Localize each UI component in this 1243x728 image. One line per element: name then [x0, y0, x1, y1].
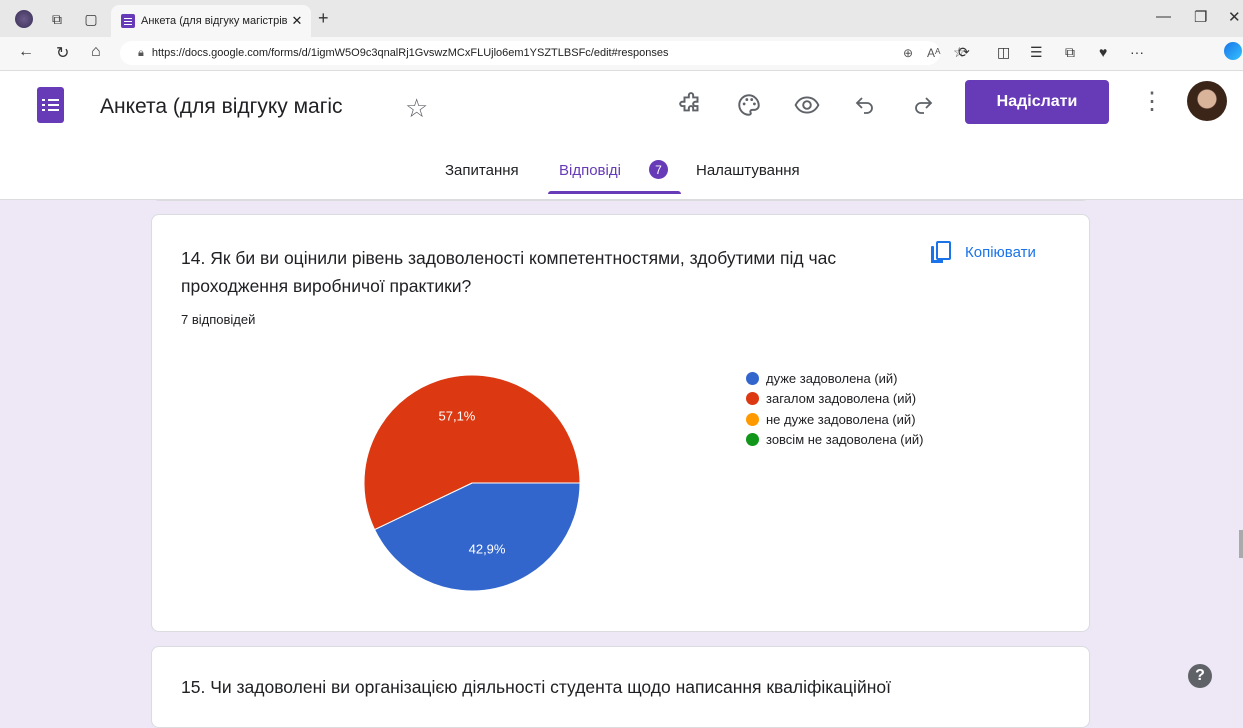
- tab-settings[interactable]: Налаштування: [696, 162, 800, 179]
- avatar[interactable]: [1187, 81, 1227, 121]
- lock-icon[interactable]: 🔒︎: [138, 47, 144, 60]
- legend-item-3: не дуже задоволена (ий): [746, 409, 924, 430]
- chart-legend: дуже задоволена (ий) загалом задоволена (…: [746, 368, 924, 450]
- more-options-icon[interactable]: ⋮: [1140, 87, 1164, 116]
- close-window-icon[interactable]: ✕: [1228, 8, 1241, 26]
- legend-label: не дуже задоволена (ий): [766, 411, 916, 427]
- document-title[interactable]: Анкета (для відгуку магіс: [100, 95, 360, 119]
- pie-slice-label-1: 42,9%: [469, 541, 506, 556]
- addons-icon[interactable]: [673, 87, 709, 123]
- legend-label: загалом задоволена (ий): [766, 391, 917, 407]
- browser-toolbar: ← ↻ ⌂ 🔒︎ https://docs.google.com/forms/d…: [0, 37, 1243, 71]
- performance-icon[interactable]: ♥: [1099, 44, 1107, 60]
- copy-label: Копіювати: [965, 243, 1036, 261]
- copy-chart-button[interactable]: Копіювати: [931, 241, 1036, 263]
- restore-icon[interactable]: ❐: [1194, 8, 1207, 26]
- profile-icon[interactable]: [14, 9, 34, 29]
- question-title-15: 15. Чи задоволені ви організацією діяльн…: [181, 677, 891, 697]
- forms-favicon-icon: [121, 14, 135, 28]
- tab-questions[interactable]: Запитання: [445, 162, 519, 179]
- tab-actions-icon[interactable]: ▢: [81, 9, 101, 29]
- close-tab-icon[interactable]: ✕: [289, 13, 305, 29]
- new-tab-icon[interactable]: +: [318, 8, 329, 29]
- split-screen-icon[interactable]: ◫: [997, 44, 1010, 61]
- copilot-icon[interactable]: [1224, 42, 1242, 60]
- browser-tab[interactable]: Анкета (для відгуку магістрів пр ✕: [111, 5, 311, 37]
- tab-responses[interactable]: Відповіді: [559, 162, 621, 179]
- back-icon[interactable]: ←: [18, 43, 34, 61]
- question-card: 14. Як би ви оцінили рівень задоволеност…: [151, 214, 1090, 632]
- favorites-icon[interactable]: ☰: [1030, 44, 1043, 61]
- legend-item-4: зовсім не задоволена (ий): [746, 430, 924, 451]
- legend-swatch: [746, 392, 759, 406]
- zoom-icon[interactable]: ⊕: [903, 46, 913, 60]
- legend-item-1: дуже задоволена (ий): [746, 368, 924, 389]
- help-icon[interactable]: ?: [1188, 664, 1212, 688]
- collections-toolbar-icon[interactable]: ⧉: [1065, 44, 1075, 61]
- legend-label: зовсім не задоволена (ий): [766, 432, 924, 448]
- address-bar[interactable]: 🔒︎ https://docs.google.com/forms/d/1igmW…: [120, 41, 966, 65]
- pie-slice-label-2: 57,1%: [439, 409, 476, 424]
- pie-chart: 42,9% 57,1%: [363, 374, 581, 592]
- copy-icon: [931, 241, 951, 263]
- send-button[interactable]: Надіслати: [965, 80, 1109, 124]
- legend-swatch: [746, 371, 759, 385]
- star-icon[interactable]: ☆: [405, 93, 428, 124]
- google-forms-logo-icon[interactable]: [37, 87, 64, 123]
- browser-tab-bar: ⧉ ▢ Анкета (для відгуку магістрів пр ✕ +…: [0, 0, 1243, 37]
- legend-swatch: [746, 433, 759, 447]
- responses-count-label: 7 відповідей: [181, 312, 256, 327]
- read-aloud-icon[interactable]: Aᴬ: [927, 46, 940, 60]
- browser-tab-title: Анкета (для відгуку магістрів пр: [141, 15, 289, 27]
- active-tab-indicator: [548, 191, 681, 194]
- collections-icon[interactable]: ⧉: [47, 9, 67, 29]
- forms-header: Анкета (для відгуку магіс ☆ Надіслати ⋮ …: [0, 71, 1243, 200]
- preview-eye-icon[interactable]: [789, 87, 825, 123]
- extensions-icon[interactable]: ⟳: [958, 44, 970, 61]
- scrollbar-thumb[interactable]: [1239, 530, 1243, 558]
- refresh-icon[interactable]: ↻: [56, 43, 69, 63]
- minimize-icon[interactable]: —: [1156, 8, 1171, 25]
- legend-label: дуже задоволена (ий): [766, 370, 898, 386]
- undo-icon[interactable]: [847, 87, 883, 123]
- legend-swatch: [746, 412, 759, 426]
- home-icon[interactable]: ⌂: [91, 43, 101, 61]
- url-text: https://docs.google.com/forms/d/1igmW5O9…: [151, 47, 669, 59]
- responses-count-badge: 7: [649, 160, 668, 179]
- question-card-15: 15. Чи задоволені ви організацією діяльн…: [151, 646, 1090, 728]
- redo-icon[interactable]: [905, 87, 941, 123]
- question-title: 14. Як би ви оцінили рівень задоволеност…: [181, 248, 837, 296]
- more-browser-icon[interactable]: ···: [1130, 44, 1144, 60]
- legend-item-2: загалом задоволена (ий): [746, 389, 924, 410]
- palette-icon[interactable]: [731, 87, 767, 123]
